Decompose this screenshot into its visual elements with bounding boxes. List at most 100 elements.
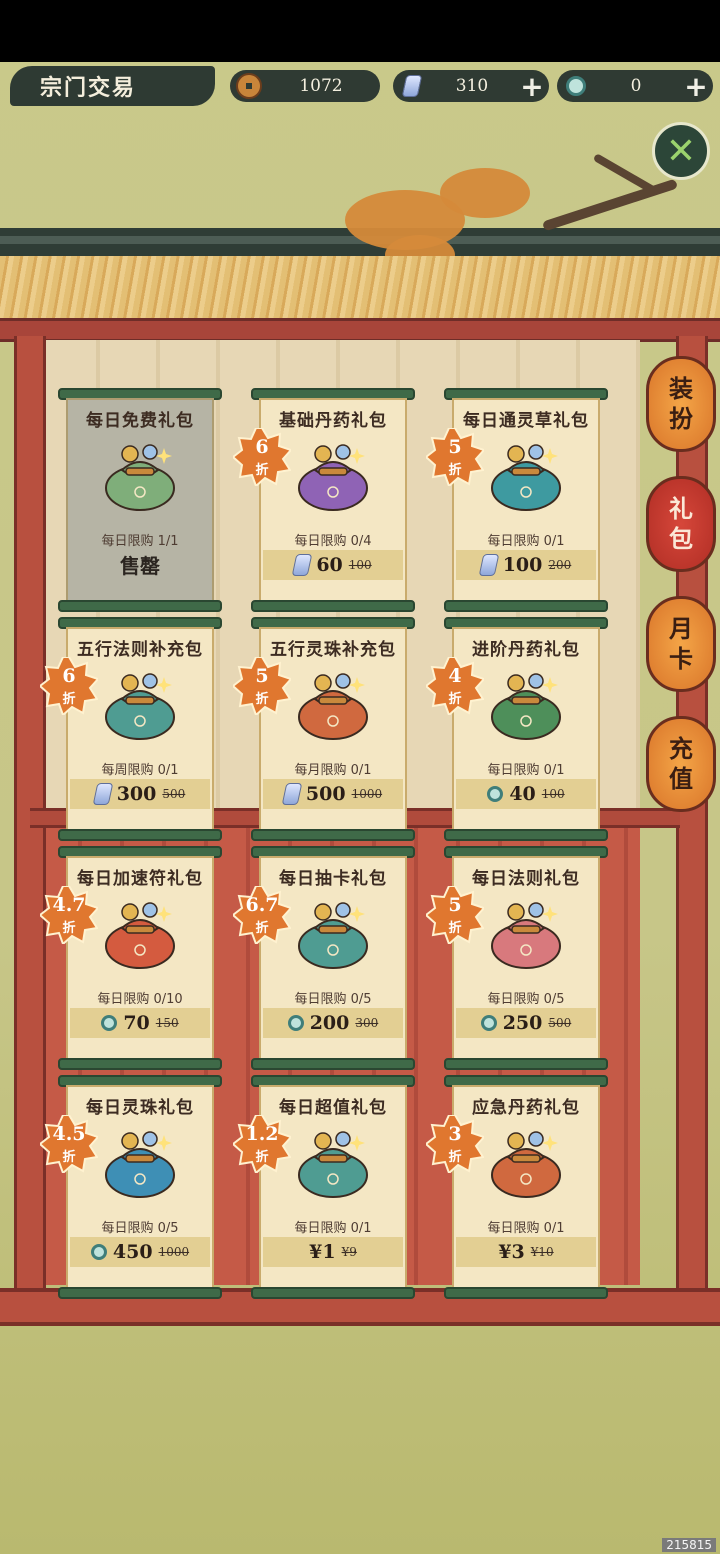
buy-price-button[interactable]: 300 500: [70, 779, 210, 809]
purchase-limit: 每日限购 0/4: [294, 534, 372, 549]
add-jade-button[interactable]: +: [683, 70, 709, 103]
scroll-rod-bottom: [58, 1287, 222, 1299]
discount-suffix: 折: [255, 692, 269, 707]
pack-original-price: 300: [355, 1016, 379, 1030]
copper-coin-icon: [236, 73, 262, 99]
tab-label: 月: [669, 614, 693, 643]
purchase-limit: 每月限购 0/1: [294, 763, 372, 778]
tab-monthly-card[interactable]: 月 卡: [646, 596, 716, 692]
spirit-gem-icon: [92, 783, 114, 805]
gift-pack-card[interactable]: 进阶丹药礼包 每日限购 0/1 40 100 4 折: [426, 617, 608, 843]
buy-price-button[interactable]: 200 300: [263, 1008, 403, 1038]
buy-price-button[interactable]: 40 100: [456, 779, 596, 809]
add-gems-button[interactable]: +: [519, 70, 545, 103]
jade-value: 0: [630, 76, 642, 96]
gift-pack-card[interactable]: 应急丹药礼包 每日限购 0/1 ¥3 ¥10 3 折: [426, 1075, 608, 1301]
pack-price: 100: [502, 554, 543, 576]
tab-label: 卡: [669, 644, 693, 673]
discount-suffix: 折: [255, 921, 269, 936]
scroll-rod-bottom: [58, 829, 222, 841]
gift-bag-icon: [105, 1131, 175, 1198]
close-icon: ✕: [665, 130, 697, 172]
gem-value: 310: [455, 76, 489, 96]
pack-price: 40: [509, 783, 536, 805]
scroll-rod-bottom: [444, 1058, 608, 1070]
purchase-limit: 每日限购 0/1: [487, 1221, 565, 1236]
buy-price-button[interactable]: 450 1000: [70, 1237, 210, 1267]
pack-price: 70: [123, 1012, 150, 1034]
gift-pack-card[interactable]: 每日通灵草礼包 每日限购 0/1 100 200 5 折: [426, 388, 608, 614]
jade-ring-icon: [487, 786, 504, 802]
gift-bag-icon: [298, 902, 368, 969]
pack-price: 300: [116, 783, 157, 805]
discount-value: 6: [255, 436, 269, 458]
tab-label: 装: [669, 374, 693, 403]
discount-value: 3: [448, 1123, 462, 1145]
pack-original-price: 1000: [158, 1245, 190, 1259]
tab-label: 包: [669, 524, 693, 553]
scroll-rod-bottom: [251, 829, 415, 841]
discount-badge: 3 折: [426, 1115, 484, 1173]
pack-original-price: 100: [541, 787, 565, 801]
discount-suffix: 折: [62, 1150, 76, 1165]
pack-price: ¥1: [309, 1241, 336, 1263]
gift-bag-icon: [105, 673, 175, 740]
discount-value: 5: [448, 894, 462, 916]
purchase-limit: 每日限购 0/1: [294, 1221, 372, 1236]
buy-price-button[interactable]: 70 150: [70, 1008, 210, 1038]
tab-recharge[interactable]: 充 值: [646, 716, 716, 812]
discount-suffix: 折: [255, 1150, 269, 1165]
pack-original-price: 500: [162, 787, 186, 801]
discount-badge: 1.2 折: [233, 1115, 291, 1173]
tab-costume[interactable]: 装 扮: [646, 356, 716, 452]
gift-bag-icon: [105, 902, 175, 969]
gift-bag-icon: [491, 1131, 561, 1198]
gift-pack-card[interactable]: 每日免费礼包 每日限购 1/1 售罄: [58, 388, 222, 614]
buy-price-button[interactable]: 500 1000: [263, 779, 403, 809]
pack-original-price: ¥10: [530, 1245, 554, 1259]
discount-badge: 5 折: [426, 428, 484, 486]
pack-original-price: 150: [155, 1016, 179, 1030]
gift-pack-card[interactable]: 基础丹药礼包 每日限购 0/4 60 100 6 折: [233, 388, 415, 614]
purchase-limit: 每日限购 0/10: [97, 992, 183, 1007]
jade-counter: 0 +: [557, 70, 713, 103]
gift-pack-card[interactable]: 每日灵珠礼包 每日限购 0/5 450 1000 4.5 折: [40, 1075, 222, 1301]
buy-price-button[interactable]: 250 500: [456, 1008, 596, 1038]
pack-original-price: 1000: [351, 787, 383, 801]
gift-pack-card[interactable]: 每日加速符礼包 每日限购 0/10 70 150 4.7 折: [40, 846, 222, 1072]
gift-pack-card[interactable]: 五行灵珠补充包 每月限购 0/1 500 1000 5 折: [233, 617, 415, 843]
buy-price-button[interactable]: ¥3 ¥10: [456, 1237, 596, 1267]
discount-suffix: 折: [448, 1150, 462, 1165]
gift-pack-card[interactable]: 每日法则礼包 每日限购 0/5 250 500 5 折: [426, 846, 608, 1072]
scroll-rod-bottom: [251, 600, 415, 612]
gift-pack-card[interactable]: 五行法则补充包 每周限购 0/1 300 500 6 折: [40, 617, 222, 843]
gift-bag-icon: [491, 902, 561, 969]
discount-badge: 4 折: [426, 657, 484, 715]
coin-value: 1072: [299, 76, 343, 96]
pack-original-price: 100: [348, 558, 372, 572]
pack-price: 450: [112, 1241, 153, 1263]
pack-price: 500: [305, 783, 346, 805]
discount-badge: 4.5 折: [40, 1115, 98, 1173]
discount-badge: 4.7 折: [40, 886, 98, 944]
roof-beam: [0, 318, 720, 342]
close-button[interactable]: ✕: [652, 122, 710, 180]
gift-bag-icon: [105, 444, 175, 511]
pack-name: 每日免费礼包: [86, 411, 194, 431]
page-title: 宗门交易: [10, 66, 215, 106]
discount-badge: 6 折: [40, 657, 98, 715]
buy-price-button[interactable]: 100 200: [456, 550, 596, 580]
discount-value: 4: [448, 665, 462, 687]
tab-gift-packs[interactable]: 礼 包: [646, 476, 716, 572]
buy-price-button[interactable]: 60 100: [263, 550, 403, 580]
buy-price-button[interactable]: ¥1 ¥9: [263, 1237, 403, 1267]
discount-suffix: 折: [255, 463, 269, 478]
spirit-gem-icon: [281, 783, 303, 805]
gift-pack-card[interactable]: 每日超值礼包 每日限购 0/1 ¥1 ¥9 1.2 折: [233, 1075, 415, 1301]
tree-branch: [592, 153, 658, 195]
gift-bag-icon: [298, 444, 368, 511]
discount-badge: 5 折: [233, 657, 291, 715]
pack-price: 200: [309, 1012, 350, 1034]
discount-value: 5: [255, 665, 269, 687]
gift-pack-card[interactable]: 每日抽卡礼包 每日限购 0/5 200 300 6.7 折: [233, 846, 415, 1072]
